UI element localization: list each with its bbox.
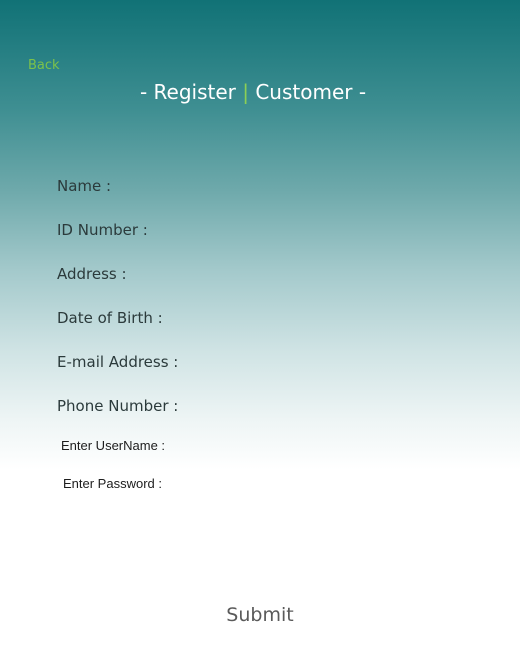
title-prefix: - Register [139,80,243,104]
name-label: Name : [57,177,112,195]
back-link[interactable]: Back [28,58,60,73]
id-number-label: ID Number : [57,221,148,239]
title-separator: | [242,80,249,104]
title-suffix: Customer - [248,80,367,104]
password-label: Enter Password : [63,476,162,491]
submit-button[interactable]: Submit [0,604,520,626]
email-label: E-mail Address : [57,353,179,371]
page-title: - Register | Customer - [0,80,506,104]
phone-number-label: Phone Number : [57,397,179,415]
username-label: Enter UserName : [61,438,166,453]
address-label: Address : [57,265,127,283]
date-of-birth-label: Date of Birth : [57,309,163,327]
